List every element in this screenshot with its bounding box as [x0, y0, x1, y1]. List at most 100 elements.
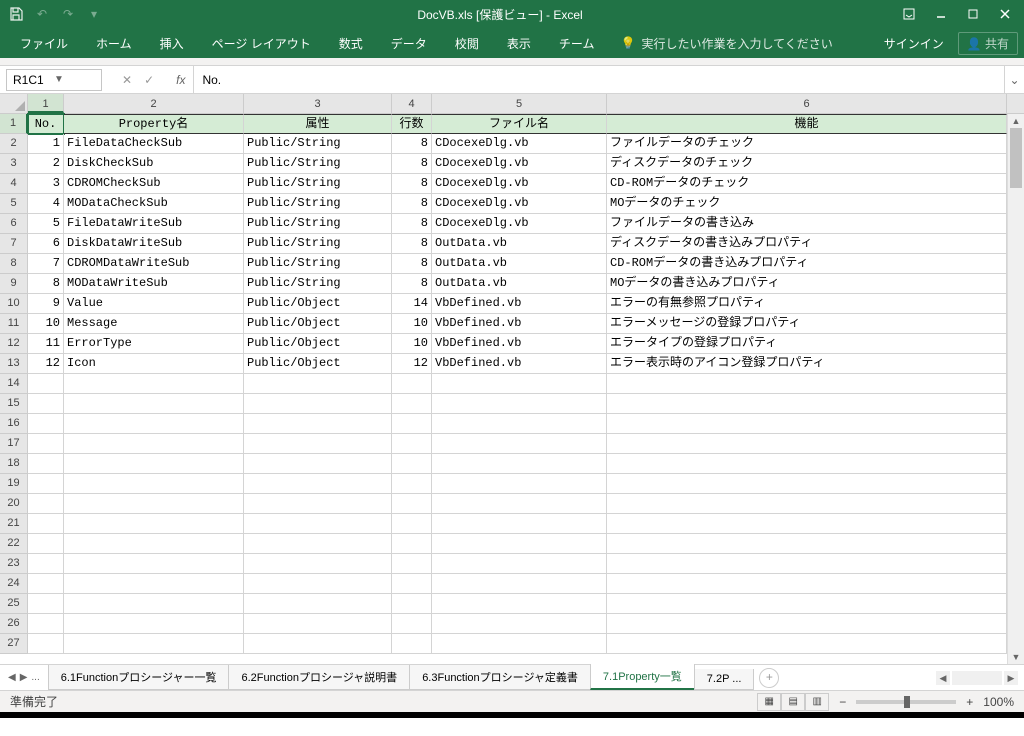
- tab-home[interactable]: ホーム: [82, 29, 146, 58]
- cell[interactable]: 8: [392, 274, 432, 294]
- cell[interactable]: [432, 454, 607, 474]
- cell[interactable]: 5: [28, 214, 64, 234]
- cell[interactable]: ファイル名: [432, 114, 607, 134]
- cell[interactable]: 10: [28, 314, 64, 334]
- cell[interactable]: 3: [28, 174, 64, 194]
- cell[interactable]: [607, 394, 1007, 414]
- cell[interactable]: 8: [392, 134, 432, 154]
- cell[interactable]: 2: [28, 154, 64, 174]
- page-layout-view-icon[interactable]: ▤: [781, 693, 805, 711]
- cell[interactable]: [244, 474, 392, 494]
- cell[interactable]: Public/Object: [244, 334, 392, 354]
- cell[interactable]: 11: [28, 334, 64, 354]
- cell[interactable]: Public/String: [244, 154, 392, 174]
- cell[interactable]: 7: [28, 254, 64, 274]
- sheet-tab[interactable]: 7.2P ...: [694, 669, 755, 690]
- name-box[interactable]: R1C1 ▼: [6, 69, 102, 91]
- row-header[interactable]: 14: [0, 374, 28, 394]
- cell[interactable]: [607, 534, 1007, 554]
- cell[interactable]: Public/Object: [244, 354, 392, 374]
- cell[interactable]: [28, 534, 64, 554]
- cell[interactable]: [28, 514, 64, 534]
- undo-icon[interactable]: ↶: [30, 2, 54, 26]
- row-header[interactable]: 10: [0, 294, 28, 314]
- cell[interactable]: [607, 474, 1007, 494]
- sheet-nav-prev-icon[interactable]: ◀: [8, 672, 16, 683]
- row-header[interactable]: 11: [0, 314, 28, 334]
- cell[interactable]: 機能: [607, 114, 1007, 134]
- cell[interactable]: 8: [392, 254, 432, 274]
- cell[interactable]: [607, 494, 1007, 514]
- cell[interactable]: FileDataWriteSub: [64, 214, 244, 234]
- cell[interactable]: [432, 614, 607, 634]
- cell[interactable]: エラーメッセージの登録プロパティ: [607, 314, 1007, 334]
- cell[interactable]: [28, 374, 64, 394]
- cell[interactable]: [392, 634, 432, 654]
- cell[interactable]: [244, 634, 392, 654]
- cell[interactable]: [607, 634, 1007, 654]
- scrollbar-thumb[interactable]: [1010, 128, 1022, 188]
- cell[interactable]: [392, 454, 432, 474]
- cell[interactable]: [607, 434, 1007, 454]
- vertical-scrollbar[interactable]: ▲ ▼: [1007, 114, 1024, 664]
- cell[interactable]: 属性: [244, 114, 392, 134]
- cell[interactable]: DiskDataWriteSub: [64, 234, 244, 254]
- cell[interactable]: MOデータの書き込みプロパティ: [607, 274, 1007, 294]
- cell[interactable]: ファイルデータの書き込み: [607, 214, 1007, 234]
- row-header[interactable]: 12: [0, 334, 28, 354]
- cell[interactable]: VbDefined.vb: [432, 294, 607, 314]
- cell[interactable]: [244, 534, 392, 554]
- sheet-tab[interactable]: 6.1Functionプロシージャー一覧: [48, 665, 230, 690]
- cell[interactable]: [28, 494, 64, 514]
- cell[interactable]: 4: [28, 194, 64, 214]
- row-header[interactable]: 4: [0, 174, 28, 194]
- row-header[interactable]: 18: [0, 454, 28, 474]
- cell[interactable]: 12: [28, 354, 64, 374]
- col-header[interactable]: 5: [432, 94, 607, 113]
- cell[interactable]: [607, 454, 1007, 474]
- qat-dropdown-icon[interactable]: ▾: [82, 2, 106, 26]
- cell[interactable]: Public/Object: [244, 294, 392, 314]
- cell[interactable]: MODataCheckSub: [64, 194, 244, 214]
- cell[interactable]: CD-ROMデータの書き込みプロパティ: [607, 254, 1007, 274]
- cell[interactable]: [64, 634, 244, 654]
- cell[interactable]: [432, 634, 607, 654]
- cell[interactable]: 8: [392, 174, 432, 194]
- cell[interactable]: [392, 374, 432, 394]
- cell[interactable]: エラータイプの登録プロパティ: [607, 334, 1007, 354]
- redo-icon[interactable]: ↷: [56, 2, 80, 26]
- cell[interactable]: Public/Object: [244, 314, 392, 334]
- save-icon[interactable]: [4, 2, 28, 26]
- row-header[interactable]: 24: [0, 574, 28, 594]
- sheet-nav-more[interactable]: ...: [31, 672, 39, 683]
- horizontal-scrollbar[interactable]: ◀ ▶: [779, 671, 1024, 685]
- cell[interactable]: [64, 574, 244, 594]
- cell[interactable]: [607, 514, 1007, 534]
- normal-view-icon[interactable]: ▦: [757, 693, 781, 711]
- cell[interactable]: Icon: [64, 354, 244, 374]
- cell[interactable]: 8: [392, 214, 432, 234]
- row-header[interactable]: 22: [0, 534, 28, 554]
- cell[interactable]: [28, 434, 64, 454]
- cell[interactable]: [607, 574, 1007, 594]
- cell[interactable]: [392, 534, 432, 554]
- cell[interactable]: No.: [28, 114, 64, 134]
- minimize-icon[interactable]: [926, 2, 956, 26]
- cell[interactable]: Public/String: [244, 274, 392, 294]
- sheet-tab[interactable]: 6.3Functionプロシージャ定義書: [409, 665, 591, 690]
- chevron-down-icon[interactable]: ▼: [54, 74, 95, 85]
- cell[interactable]: [392, 594, 432, 614]
- cell[interactable]: [432, 374, 607, 394]
- col-header[interactable]: 6: [607, 94, 1007, 113]
- col-header[interactable]: 4: [392, 94, 432, 113]
- cell[interactable]: [244, 514, 392, 534]
- row-header[interactable]: 19: [0, 474, 28, 494]
- cell[interactable]: [244, 374, 392, 394]
- cell[interactable]: ディスクデータのチェック: [607, 154, 1007, 174]
- cell[interactable]: 10: [392, 314, 432, 334]
- sheet-tab[interactable]: 7.1Property一覧: [590, 664, 695, 690]
- cell[interactable]: [28, 594, 64, 614]
- cell[interactable]: [392, 554, 432, 574]
- tab-formulas[interactable]: 数式: [325, 29, 377, 58]
- cell[interactable]: 10: [392, 334, 432, 354]
